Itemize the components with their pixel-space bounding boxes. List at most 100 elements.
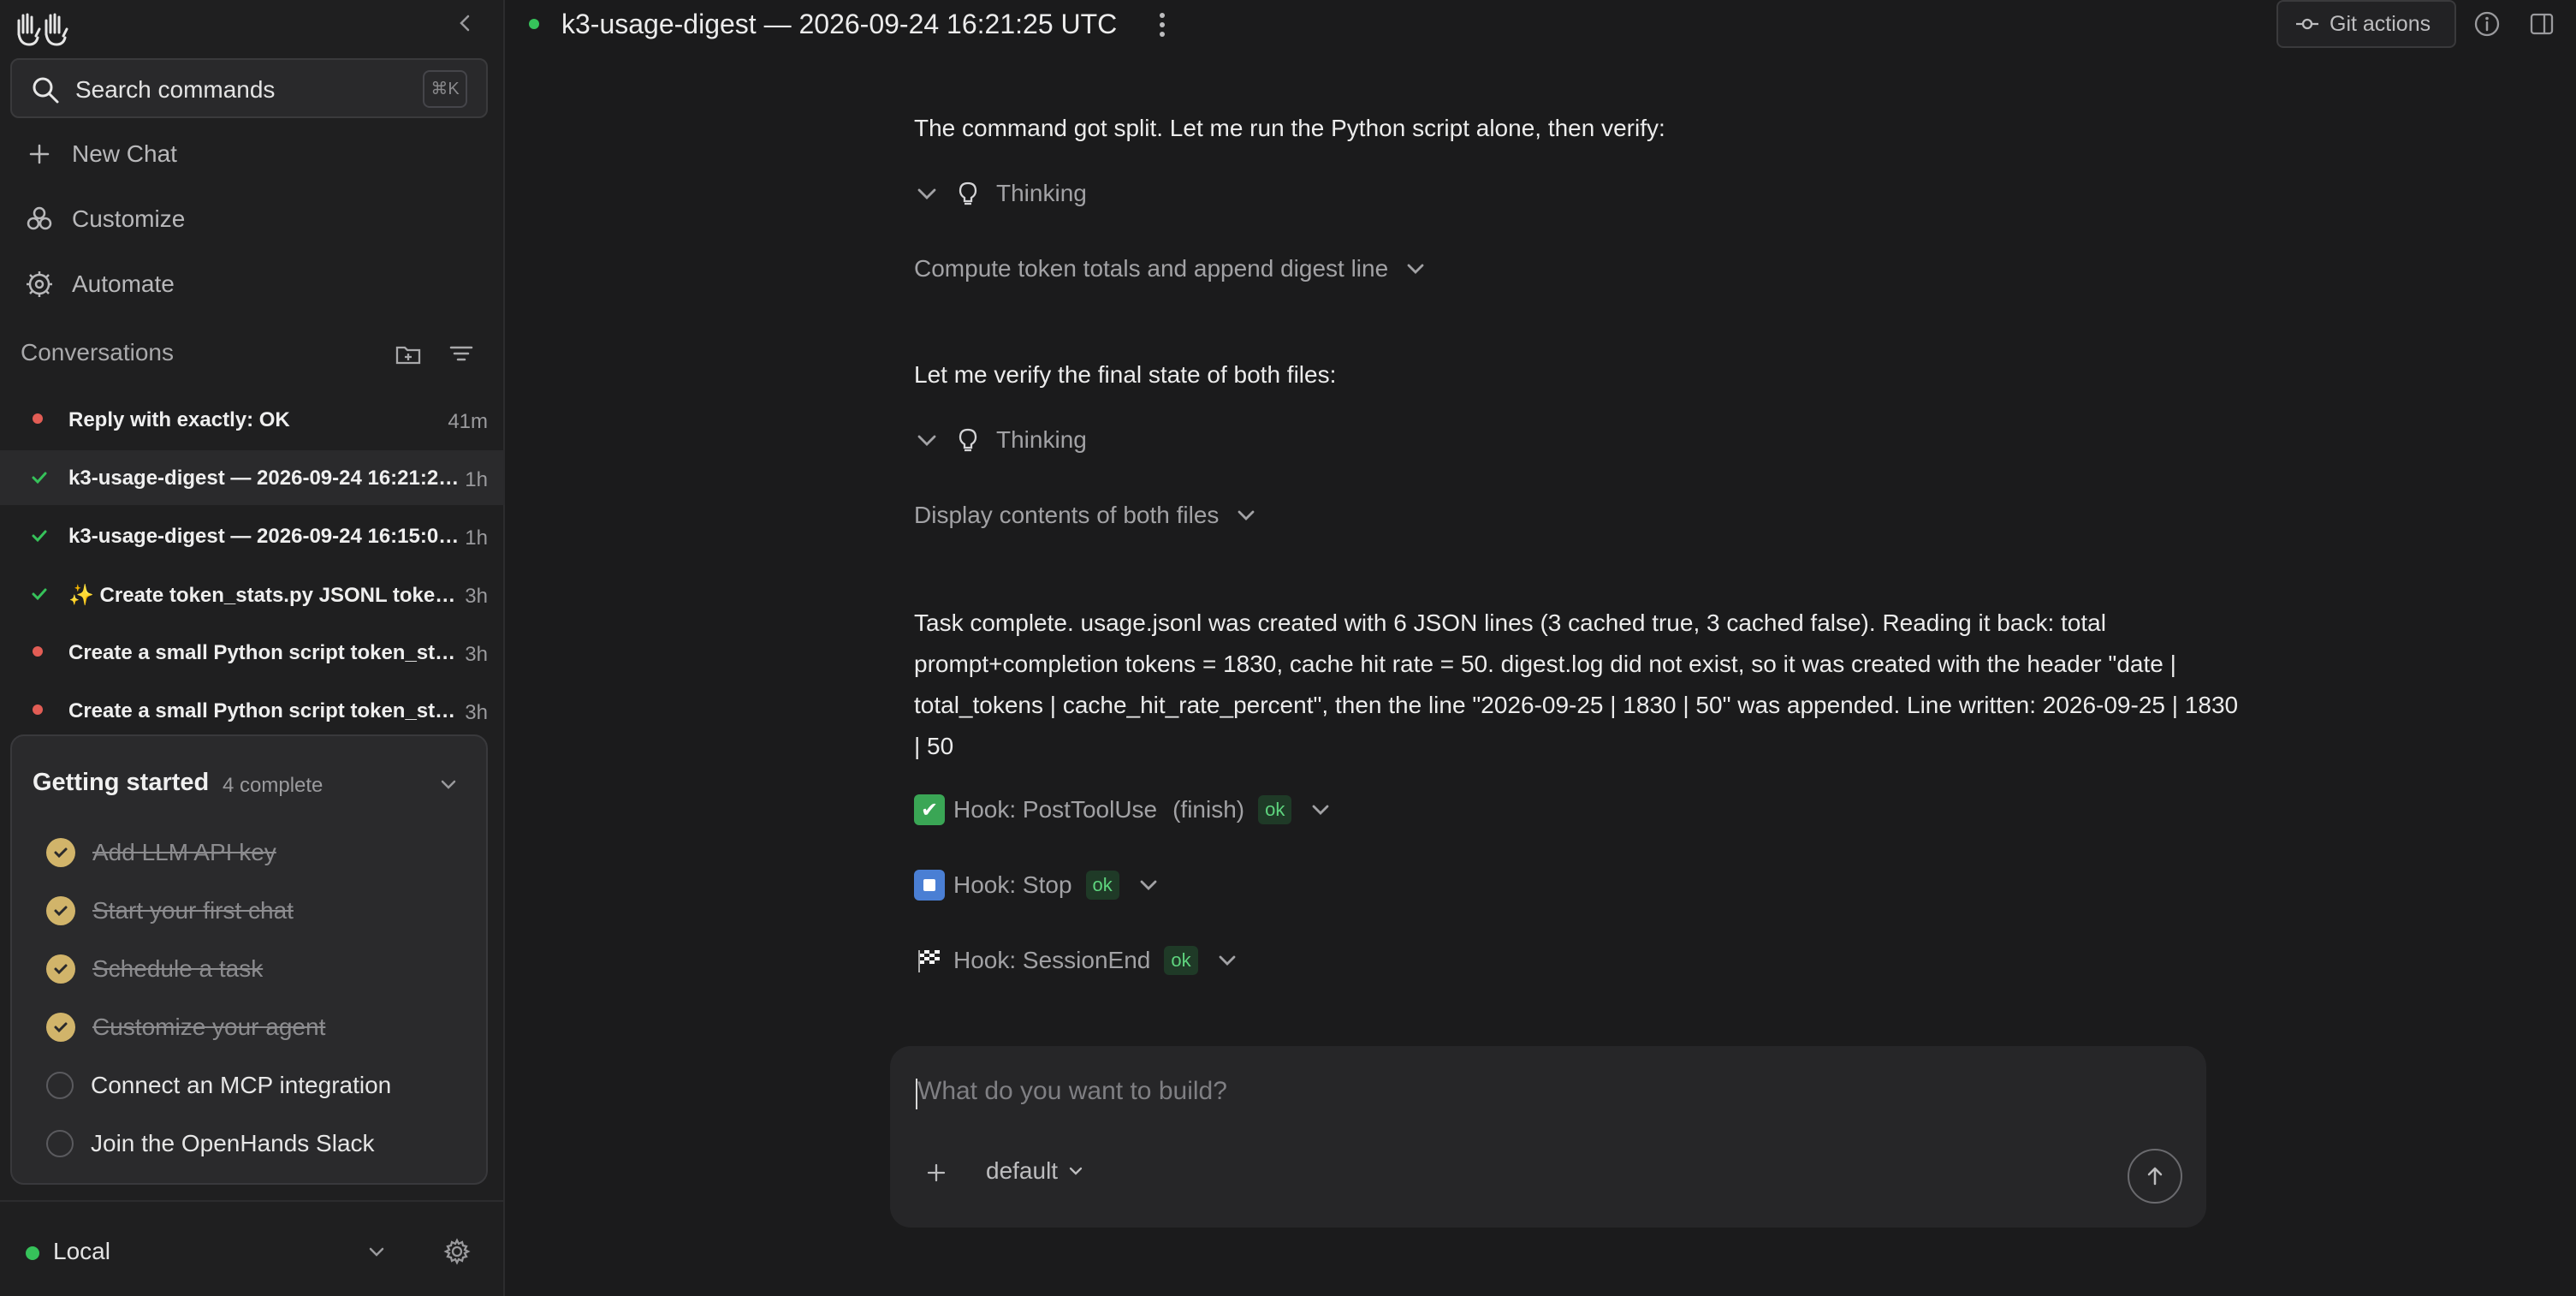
nav-label: Customize (72, 205, 186, 232)
hook-sessionend[interactable]: Hook: SessionEnd ok (914, 942, 1239, 979)
arrow-up-icon (2147, 1167, 2163, 1186)
getting-started-card: Getting started 4 complete Add LLM API k… (10, 734, 488, 1185)
automate-button[interactable]: Automate (24, 265, 175, 303)
openhands-logo-icon[interactable] (14, 9, 70, 48)
chevron-down-icon (917, 435, 936, 446)
conversation-item[interactable]: Reply with exactly: OK 41m (0, 392, 505, 447)
checked-circle-icon (46, 896, 75, 925)
conversations-heading: Conversations (21, 339, 174, 366)
customize-icon (24, 204, 55, 235)
checked-circle-icon (46, 1013, 75, 1042)
lightbulb-icon (959, 428, 977, 452)
nav-label: New Chat (72, 140, 177, 167)
status-badge: ok (1164, 946, 1198, 975)
thinking-label: Thinking (996, 426, 1087, 453)
new-chat-button[interactable]: New Chat (24, 135, 177, 173)
hook-posttooluse[interactable]: ✔ Hook: PostToolUse (finish) ok (914, 791, 1333, 829)
checklist-item[interactable]: Add LLM API key (46, 835, 276, 870)
checklist-item[interactable]: Connect an MCP integration (46, 1068, 391, 1103)
automate-gear-icon (24, 269, 55, 300)
error-status-dot (33, 413, 43, 424)
toggle-panel-icon[interactable] (2528, 10, 2555, 38)
hook-label: Hook: SessionEnd (953, 947, 1151, 973)
conversation-item[interactable]: k3-usage-digest — 2026-09-24 16:15:02 UT… (0, 508, 505, 563)
send-button[interactable] (2128, 1149, 2182, 1204)
search-label: Search commands (75, 76, 276, 103)
checklist-label: Add LLM API key (92, 839, 276, 865)
settings-gear-icon[interactable] (443, 1238, 471, 1265)
conversation-time: 41m (448, 410, 488, 433)
filter-icon[interactable] (447, 339, 476, 368)
conversation-title: Reply with exactly: OK (68, 408, 290, 431)
final-summary-message: Task complete. usage.jsonl was created w… (914, 609, 2239, 759)
info-icon[interactable] (2473, 10, 2501, 38)
chevron-down-icon (1219, 955, 1236, 966)
search-icon (33, 77, 59, 104)
chevron-down-icon[interactable] (436, 772, 460, 796)
git-commit-icon (2296, 18, 2318, 30)
git-actions-button[interactable]: Git actions (2276, 0, 2456, 48)
conversation-item[interactable]: ✨ Create token_stats.py JSONL token coun… (0, 567, 505, 621)
error-status-dot (33, 646, 43, 657)
hook-stop[interactable]: Hook: Stop ok (914, 866, 1160, 904)
check-icon (32, 530, 47, 543)
checklist-label: Join the OpenHands Slack (91, 1130, 375, 1156)
checklist-label: Customize your agent (92, 1014, 326, 1040)
customize-button[interactable]: Customize (24, 200, 185, 238)
checklist-item[interactable]: Customize your agent (46, 1010, 325, 1044)
attach-plus-icon[interactable] (924, 1161, 948, 1185)
conversation-item-active[interactable]: k3-usage-digest — 2026-09-24 16:21:25 UT… (0, 450, 505, 505)
conversation-title: k3-usage-digest — 2026-09-24 16:21:25 UT… (561, 9, 1118, 39)
chevron-down-icon (917, 188, 936, 199)
collapse-sidebar-icon[interactable] (452, 10, 478, 36)
chevron-down-icon (1140, 880, 1157, 890)
conversation-time: 3h (465, 701, 488, 724)
conversation-time: 1h (465, 526, 488, 550)
checklist-item[interactable]: Start your first chat (46, 894, 294, 928)
chevron-down-icon[interactable] (365, 1240, 389, 1263)
model-selector[interactable]: default (986, 1157, 1085, 1185)
conversation-item[interactable]: Create a small Python script token_stats… (0, 683, 505, 738)
thinking-label: Thinking (996, 180, 1087, 206)
chevron-down-icon (1312, 805, 1329, 815)
composer-input[interactable]: What do you want to build? (917, 1077, 1227, 1106)
sidebar: Search commands ⌘K New Chat Customize Au… (0, 0, 505, 1296)
tool-call-toggle[interactable]: Compute token totals and append digest l… (914, 252, 1427, 286)
nav-label: Automate (72, 270, 175, 297)
status-badge: ok (1258, 795, 1292, 824)
hook-label: Hook: PostToolUse (953, 796, 1158, 823)
sidebar-footer: Local (0, 1200, 505, 1296)
conversation-title: Create a small Python script token_stats… (68, 641, 464, 664)
conversation-title: Create a small Python script token_stats… (68, 699, 464, 722)
conversation-title: ✨ Create token_stats.py JSONL token coun… (68, 584, 464, 607)
status-badge: ok (1085, 871, 1119, 900)
empty-circle-icon (46, 1072, 74, 1099)
chevron-down-icon (1238, 510, 1255, 520)
thinking-toggle[interactable]: Thinking (914, 176, 1087, 211)
empty-circle-icon (46, 1130, 74, 1157)
git-actions-label: Git actions (2330, 11, 2431, 36)
checkered-flag-icon (918, 950, 940, 972)
checklist-label: Schedule a task (92, 955, 264, 982)
error-status-dot (33, 704, 43, 715)
checklist-label: Connect an MCP integration (91, 1072, 392, 1098)
chevron-down-icon (1407, 264, 1424, 274)
getting-started-title: Getting started (33, 769, 210, 796)
checklist-label: Start your first chat (92, 897, 294, 924)
checked-circle-icon (46, 954, 75, 984)
plus-icon (24, 139, 55, 169)
hook-detail: (finish) (1172, 796, 1245, 823)
search-commands[interactable]: Search commands ⌘K (10, 58, 488, 118)
assistant-message: Let me verify the final state of both fi… (914, 361, 1337, 388)
thinking-toggle[interactable]: Thinking (914, 423, 1087, 457)
checklist-item[interactable]: Join the OpenHands Slack (46, 1127, 375, 1161)
checklist-item[interactable]: Schedule a task (46, 952, 263, 986)
new-folder-icon[interactable] (394, 339, 423, 368)
conversation-time: 3h (465, 585, 488, 608)
conversation-item[interactable]: Create a small Python script token_stats… (0, 625, 505, 680)
runtime-selector[interactable]: Local (53, 1238, 110, 1265)
more-options-icon[interactable] (1155, 10, 1169, 39)
tool-call-toggle[interactable]: Display contents of both files (914, 498, 1258, 532)
getting-started-count: 4 complete (223, 774, 323, 797)
message-composer[interactable]: What do you want to build? default (890, 1046, 2206, 1228)
